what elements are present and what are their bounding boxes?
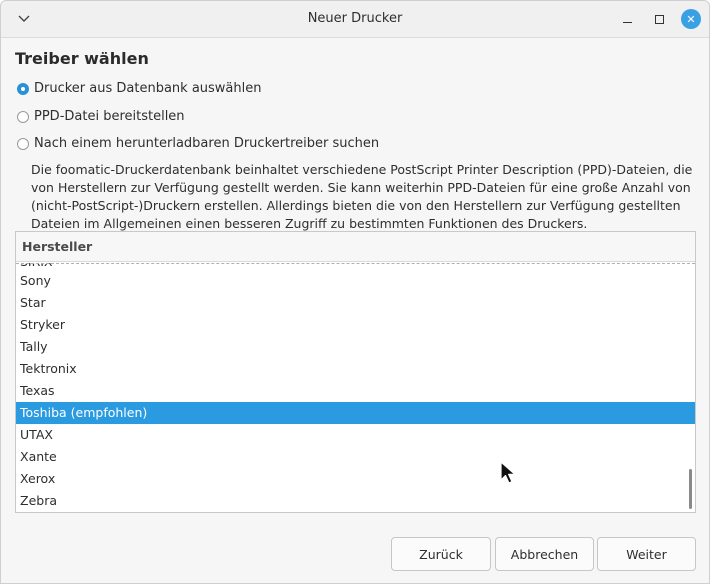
list-item[interactable]: Xante [16, 446, 695, 468]
list-header-manufacturer[interactable]: Hersteller [16, 232, 695, 262]
option-download-driver-label: Nach einem herunterladbaren Druckertreib… [34, 136, 380, 151]
drop-indicator-line [16, 263, 695, 264]
radio-unchecked-icon[interactable] [17, 137, 29, 150]
list-item[interactable]: Texas [16, 380, 695, 402]
list-item[interactable]: Tally [16, 336, 695, 358]
list-item[interactable]: Stryker [16, 314, 695, 336]
radio-checked-icon[interactable] [17, 82, 29, 95]
next-button[interactable]: Weiter [597, 537, 696, 571]
back-button[interactable]: Zurück [391, 537, 491, 571]
list-item-selected[interactable]: Toshiba (empfohlen) [16, 402, 695, 424]
manufacturer-list[interactable]: Hersteller SIRIX Sony Star Stryker Tally… [15, 231, 696, 513]
section-title: Treiber wählen [15, 49, 149, 68]
title-bar: Neuer Drucker ✕ [1, 1, 709, 38]
list-item[interactable]: Star [16, 292, 695, 314]
scrollbar-thumb[interactable] [689, 469, 692, 509]
list-item[interactable]: Tektronix [16, 358, 695, 380]
option-database[interactable]: Drucker aus Datenbank auswählen [17, 81, 262, 96]
list-body: SIRIX Sony Star Stryker Tally Tektronix … [16, 263, 695, 512]
list-item[interactable]: Sony [16, 270, 695, 292]
window-title: Neuer Drucker [307, 11, 403, 26]
list-item[interactable]: Xerox [16, 468, 695, 490]
radio-unchecked-icon[interactable] [17, 110, 29, 123]
close-icon[interactable]: ✕ [681, 9, 701, 29]
option-ppd-file-label: PPD-Datei bereitstellen [34, 109, 185, 124]
mouse-cursor-icon [500, 461, 518, 485]
description-text: Die foomatic-Druckerdatenbank beinhaltet… [31, 162, 693, 231]
list-item[interactable]: UTAX [16, 424, 695, 446]
minimize-icon[interactable] [617, 9, 637, 29]
new-printer-dialog: Neuer Drucker ✕ Treiber wählen Drucker a… [0, 0, 710, 584]
list-item[interactable]: Zebra [16, 490, 695, 512]
option-database-label: Drucker aus Datenbank auswählen [34, 81, 262, 96]
option-download-driver[interactable]: Nach einem herunterladbaren Druckertreib… [17, 136, 379, 151]
maximize-icon[interactable] [649, 9, 669, 29]
option-ppd-file[interactable]: PPD-Datei bereitstellen [17, 109, 185, 124]
cancel-button[interactable]: Abbrechen [495, 537, 594, 571]
